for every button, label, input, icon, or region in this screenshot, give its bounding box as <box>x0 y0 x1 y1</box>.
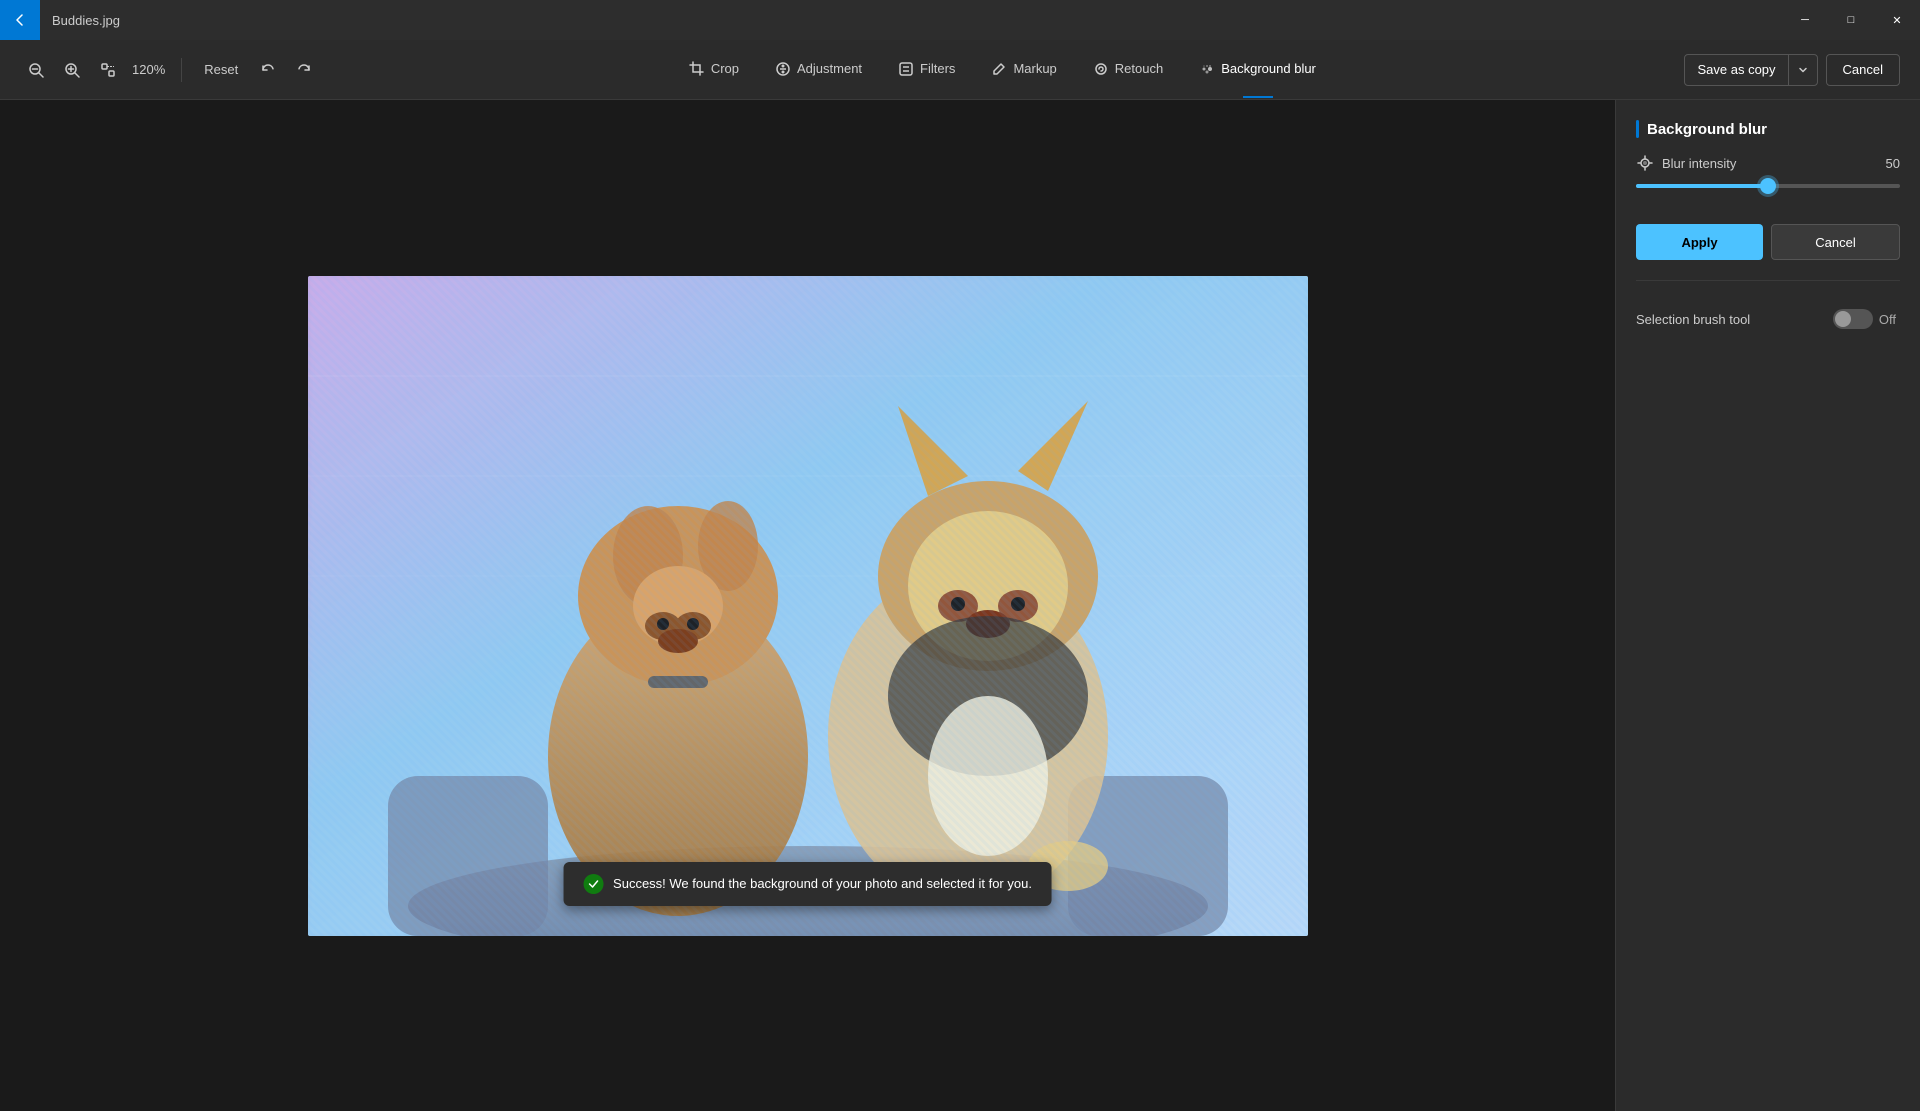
tool-navigation: Crop Adjustment Filters <box>320 40 1684 100</box>
selection-brush-row: Selection brush tool Off <box>1636 309 1900 329</box>
photo-container: Success! We found the background of your… <box>308 276 1308 936</box>
divider-1 <box>181 58 182 82</box>
background-blur-icon <box>1199 61 1215 77</box>
crop-tool[interactable]: Crop <box>671 40 757 100</box>
adjustment-tool[interactable]: Adjustment <box>757 40 880 100</box>
filters-tool[interactable]: Filters <box>880 40 973 100</box>
save-copy-button[interactable]: Save as copy <box>1684 54 1817 86</box>
blur-slider-track <box>1636 184 1900 188</box>
top-cancel-button[interactable]: Cancel <box>1826 54 1900 86</box>
zoom-in-button[interactable] <box>56 54 88 86</box>
adjustment-icon <box>775 61 791 77</box>
retouch-icon <box>1093 61 1109 77</box>
back-button[interactable] <box>0 0 40 40</box>
save-copy-dropdown-arrow[interactable] <box>1789 55 1817 85</box>
blur-intensity-icon <box>1636 154 1654 172</box>
main-content: Success! We found the background of your… <box>0 100 1920 1111</box>
toggle-state-label: Off <box>1879 312 1896 327</box>
main-toolbar: 120% Reset Crop <box>0 40 1920 100</box>
undo-button[interactable] <box>252 54 284 86</box>
apply-button[interactable]: Apply <box>1636 224 1763 260</box>
success-toast: Success! We found the background of your… <box>563 862 1052 906</box>
filters-icon <box>898 61 914 77</box>
dogs-image <box>308 276 1308 936</box>
right-panel: Background blur Blur intensity 50 <box>1615 100 1920 1111</box>
retouch-tool[interactable]: Retouch <box>1075 40 1181 100</box>
blur-slider-fill <box>1636 184 1768 188</box>
blur-slider-thumb[interactable] <box>1760 178 1776 194</box>
panel-title: Background blur <box>1636 120 1900 138</box>
selection-brush-toggle[interactable] <box>1833 309 1873 329</box>
toolbar-actions: Save as copy Cancel <box>1684 54 1900 86</box>
maximize-button[interactable]: □ <box>1828 0 1874 40</box>
minimize-button[interactable]: ─ <box>1782 0 1828 40</box>
reset-button[interactable]: Reset <box>194 58 248 81</box>
success-icon <box>583 874 603 894</box>
background-blur-tool[interactable]: Background blur <box>1181 40 1334 100</box>
markup-icon <box>991 61 1007 77</box>
blur-intensity-value: 50 <box>1876 156 1900 171</box>
filename-title: Buddies.jpg <box>40 13 120 28</box>
fit-button[interactable] <box>92 54 124 86</box>
action-buttons: Apply Cancel <box>1636 224 1900 260</box>
zoom-out-button[interactable] <box>20 54 52 86</box>
blur-intensity-label: Blur intensity <box>1662 156 1868 171</box>
toast-message: Success! We found the background of your… <box>613 876 1032 891</box>
photo <box>308 276 1308 936</box>
blur-slider-container[interactable] <box>1636 180 1900 192</box>
markup-tool[interactable]: Markup <box>973 40 1074 100</box>
selection-brush-label: Selection brush tool <box>1636 312 1825 327</box>
selection-overlay <box>308 276 1308 936</box>
panel-divider <box>1636 280 1900 281</box>
zoom-level: 120% <box>128 62 169 77</box>
accent-bar <box>1636 120 1639 138</box>
titlebar: Buddies.jpg ─ □ ✕ <box>0 0 1920 40</box>
toggle-knob <box>1835 311 1851 327</box>
zoom-controls: 120% Reset <box>20 54 320 86</box>
redo-button[interactable] <box>288 54 320 86</box>
toggle-container: Off <box>1833 309 1900 329</box>
blur-intensity-section: Blur intensity 50 <box>1636 154 1900 208</box>
panel-cancel-button[interactable]: Cancel <box>1771 224 1900 260</box>
window-controls: ─ □ ✕ <box>1782 0 1920 40</box>
close-button[interactable]: ✕ <box>1874 0 1920 40</box>
canvas-area: Success! We found the background of your… <box>0 100 1615 1111</box>
crop-icon <box>689 61 705 77</box>
